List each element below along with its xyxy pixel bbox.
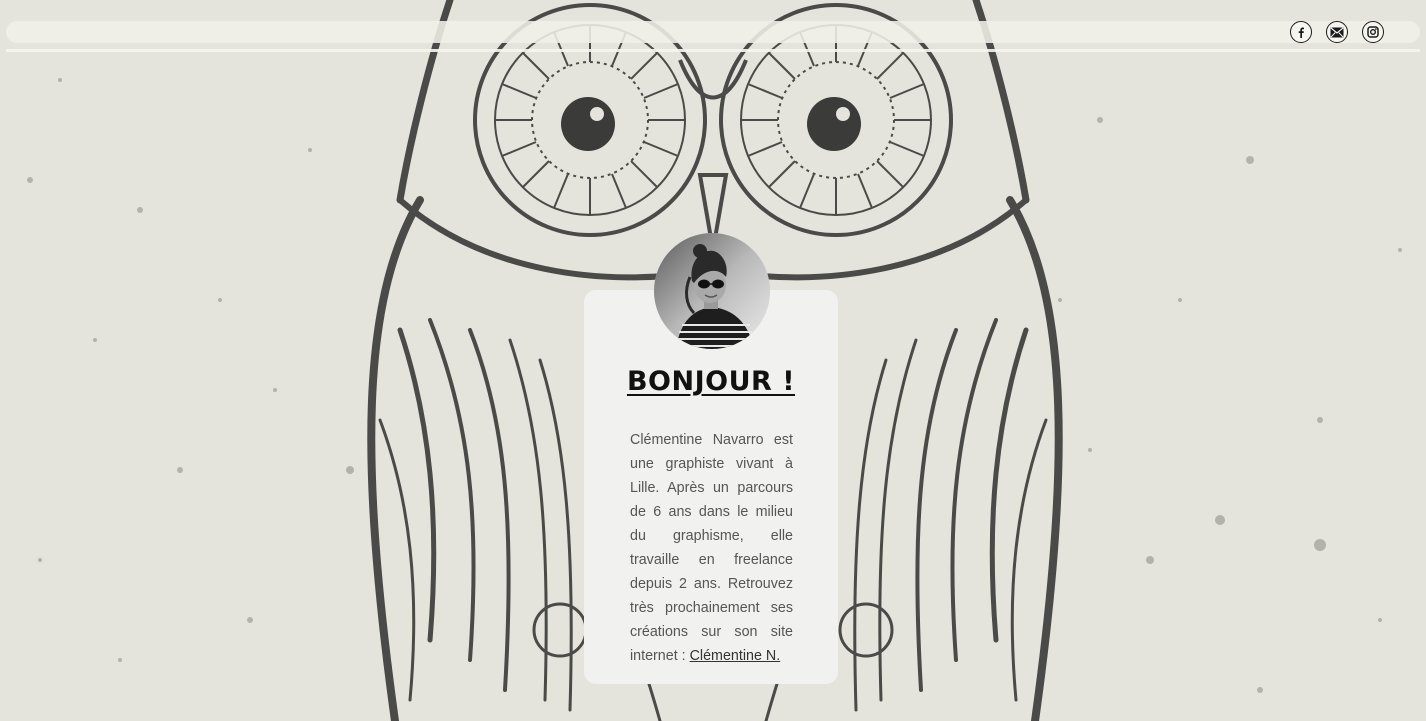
profile-photo xyxy=(654,233,770,349)
facebook-icon xyxy=(1298,27,1304,38)
bio-text: Clémentine Navarro est une graphiste viv… xyxy=(630,432,793,664)
card-title: BONJOUR ! xyxy=(626,366,796,397)
envelope-icon xyxy=(1330,26,1344,38)
instagram-icon xyxy=(1367,26,1379,38)
avatar xyxy=(654,233,770,349)
top-navigation-bar xyxy=(6,21,1420,43)
email-link[interactable] xyxy=(1326,21,1348,43)
instagram-link[interactable] xyxy=(1362,21,1384,43)
bio-paragraph: Clémentine Navarro est une graphiste viv… xyxy=(630,428,793,668)
top-divider-line xyxy=(6,49,1420,52)
website-link[interactable]: Clémentine N. xyxy=(690,648,781,664)
facebook-link[interactable] xyxy=(1290,21,1312,43)
